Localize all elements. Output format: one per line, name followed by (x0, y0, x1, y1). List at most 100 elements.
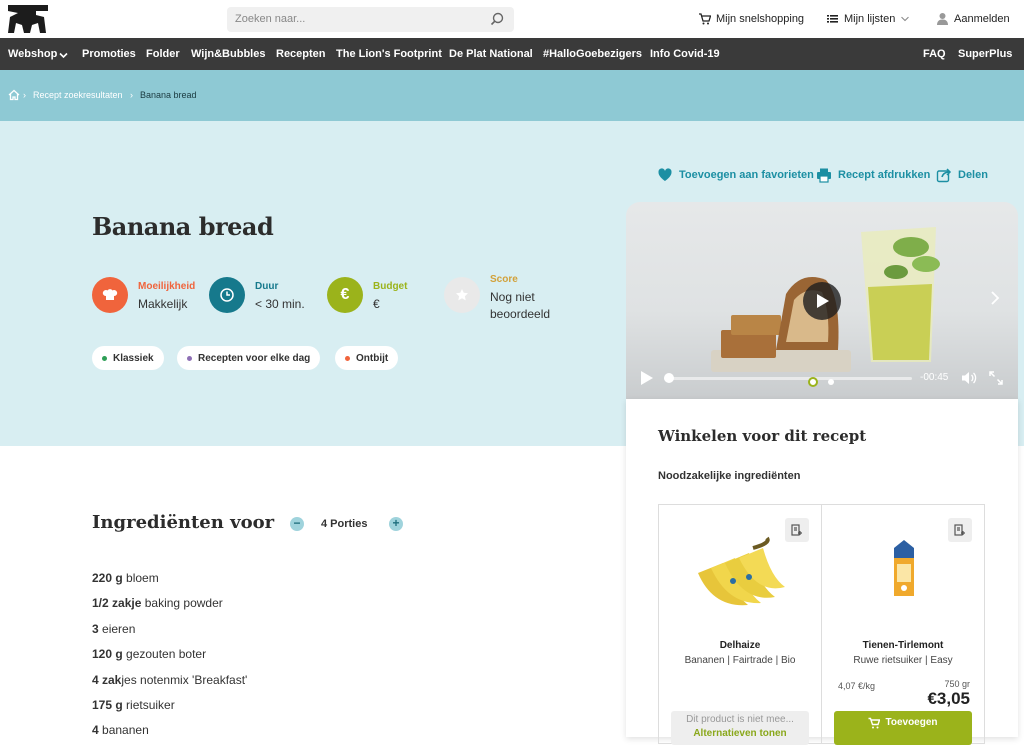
print-recipe-button[interactable]: Recept afdrukken (816, 167, 930, 183)
tag-chip[interactable]: Ontbijt (335, 346, 399, 370)
chevron-right-icon[interactable] (990, 290, 1000, 306)
breadcrumb-link-results[interactable]: Recept zoekresultaten (33, 90, 123, 100)
product-price: €3,05 (927, 689, 970, 708)
share-button[interactable]: Delen (936, 167, 988, 183)
chevron-down-icon (901, 16, 910, 21)
product-card[interactable]: Delhaize Bananen | Fairtrade | Bio Dit p… (658, 504, 822, 745)
product-brand: Delhaize (719, 640, 761, 651)
delhaize-lion-logo[interactable] (6, 3, 50, 37)
ingredient-item: 1/2 zakje baking powder (92, 596, 223, 610)
ingredient-item: 175 g rietsuiker (92, 698, 175, 712)
share-icon (936, 168, 952, 183)
quick-shopping-label: Mijn snelshopping (716, 12, 805, 25)
meta-score: Score Nog niet beoordeeld (444, 270, 570, 323)
meta-duration: Duur < 30 min. (209, 277, 305, 313)
main-nav: Webshop Promoties Folder Wijn&Bubbles Re… (0, 38, 1024, 70)
nav-item-superplus[interactable]: SuperPlus (958, 48, 1012, 60)
chevron-right-icon: › (23, 90, 26, 100)
user-icon (937, 13, 948, 25)
ingredient-name: rietsuiker (126, 698, 175, 712)
meta-value: Makkelijk (138, 297, 188, 311)
recipe-video[interactable]: -00:45 (626, 202, 1018, 399)
euro-icon: € (327, 277, 363, 313)
ingredients-title: Ingrediënten voor (92, 512, 275, 533)
meta-difficulty: Moeilijkheid Makkelijk (92, 277, 195, 313)
product-image (894, 540, 914, 596)
add-favorite-label: Toevoegen aan favorieten (679, 169, 814, 181)
my-lists-link[interactable]: Mijn lijsten (826, 12, 910, 25)
shop-title: Winkelen voor dit recept (658, 427, 867, 445)
search-icon[interactable] (490, 12, 504, 26)
ingredient-item: 220 g bloem (92, 571, 159, 585)
ingredient-name: jes notenmix 'Breakfast' (121, 673, 248, 687)
video-scrubber[interactable] (664, 373, 674, 383)
carousel-dot-active[interactable] (808, 377, 818, 387)
nav-item-recepten[interactable]: Recepten (276, 48, 326, 60)
play-icon[interactable] (640, 370, 654, 386)
star-icon (444, 277, 480, 313)
printer-icon (817, 168, 831, 183)
ingredient-item: 120 g gezouten boter (92, 647, 206, 661)
ingredient-qty: 120 g (92, 647, 123, 661)
add-favorite-button[interactable]: Toevoegen aan favorieten (657, 167, 814, 183)
nav-item-info-covid[interactable]: Info Covid-19 (650, 48, 720, 60)
alternatives-link[interactable]: Alternatieven tonen (671, 728, 809, 739)
share-label: Delen (958, 169, 988, 181)
decrease-portions-button[interactable]: − (290, 517, 304, 531)
ingredient-name: eieren (102, 622, 136, 636)
list-icon (827, 15, 838, 23)
add-to-list-icon[interactable] (948, 518, 972, 542)
unit-price: 4,07 €/kg (838, 681, 876, 691)
home-icon[interactable] (8, 89, 20, 101)
video-progress-bar[interactable] (664, 377, 912, 380)
ingredient-item: 4 bananen (92, 723, 149, 737)
volume-icon[interactable] (961, 371, 977, 385)
add-to-cart-button[interactable]: Toevoegen (834, 711, 972, 745)
ingredient-qty: 175 g (92, 698, 123, 712)
unavailable-notice: Dit product is niet mee... Alternatieven… (671, 711, 809, 745)
ingredient-item: 3 eieren (92, 622, 135, 636)
nav-item-faq[interactable]: FAQ (923, 48, 946, 60)
unavailable-label: Dit product is niet mee... (686, 714, 794, 725)
ingredient-name: bananen (102, 723, 149, 737)
tag-label: Klassiek (113, 352, 154, 364)
tag-chip[interactable]: Klassiek (92, 346, 164, 370)
nav-item-plat-national[interactable]: De Plat National (449, 48, 533, 60)
quick-shopping-link[interactable]: Mijn snelshopping (698, 12, 804, 25)
cart-icon (699, 13, 711, 25)
fullscreen-icon[interactable] (989, 371, 1003, 385)
meta-label: Score (490, 274, 518, 285)
meta-value: Nog niet beoordeeld (490, 290, 551, 321)
shop-subtitle: Noodzakelijke ingrediënten (658, 470, 801, 482)
tag-chip[interactable]: Recepten voor elke dag (177, 346, 321, 370)
product-description: Ruwe rietsuiker | Easy (853, 655, 953, 666)
carousel-dot[interactable] (828, 379, 834, 385)
print-recipe-label: Recept afdrukken (838, 169, 931, 181)
nav-item-promoties[interactable]: Promoties (82, 48, 136, 60)
breadcrumb-current: Banana bread (140, 90, 197, 100)
ingredient-qty: 220 g (92, 571, 123, 585)
search-box[interactable]: Zoeken naar... (227, 7, 514, 32)
increase-portions-button[interactable]: + (389, 517, 403, 531)
heart-icon (658, 168, 672, 181)
tag-label: Recepten voor elke dag (198, 352, 311, 364)
meta-budget: € Budget € (327, 277, 407, 313)
nav-item-webshop[interactable]: Webshop (8, 48, 57, 60)
login-link[interactable]: Aanmelden (936, 12, 1010, 25)
product-card[interactable]: Tienen-Tirlemont Ruwe rietsuiker | Easy … (821, 504, 985, 745)
nav-item-wijn-bubbles[interactable]: Wijn&Bubbles (191, 48, 265, 60)
ingredient-name: bloem (126, 571, 159, 585)
search-placeholder: Zoeken naar... (235, 13, 306, 25)
meta-value: < 30 min. (255, 297, 305, 311)
ingredient-qty: 4 (92, 723, 99, 737)
chevron-down-icon (59, 52, 68, 59)
nav-item-folder[interactable]: Folder (146, 48, 180, 60)
chef-hat-icon (92, 277, 128, 313)
ingredient-qty: 4 zak (92, 673, 122, 687)
play-overlay-button[interactable] (803, 282, 841, 320)
nav-item-lions-footprint[interactable]: The Lion's Footprint (336, 48, 442, 60)
product-weight: 750 gr (944, 679, 970, 689)
login-label: Aanmelden (954, 12, 1010, 25)
nav-item-hallo-goebezigers[interactable]: #HalloGoebezigers (543, 48, 642, 60)
add-to-cart-label: Toevoegen (885, 717, 938, 728)
